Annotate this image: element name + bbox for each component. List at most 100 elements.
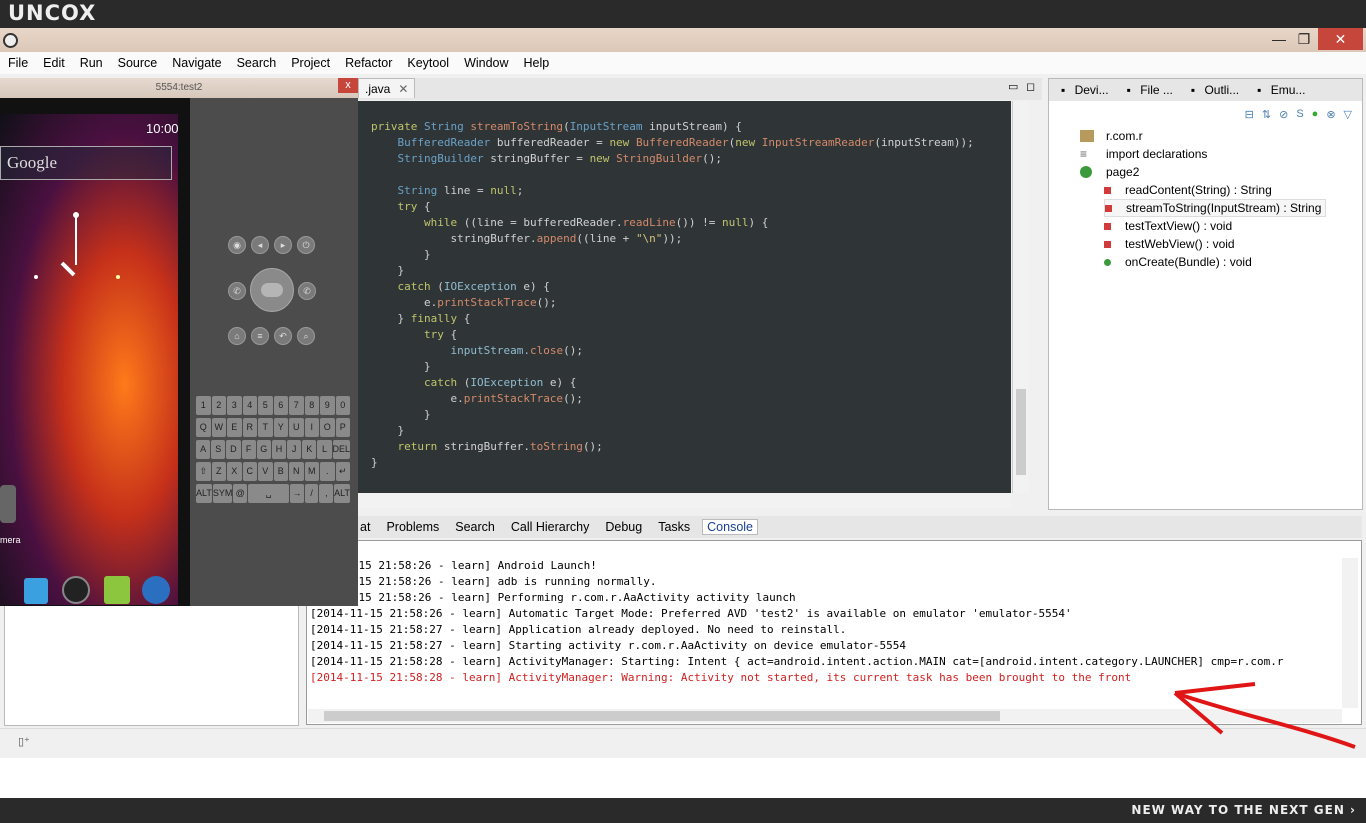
console-tab-tasks[interactable]: Tasks	[654, 520, 694, 534]
outline-method[interactable]: readContent(String) : String	[1104, 181, 1272, 199]
key[interactable]: 1	[196, 396, 211, 415]
key[interactable]: ␣	[248, 484, 290, 503]
menu-item-source[interactable]: Source	[118, 56, 158, 70]
key[interactable]: →	[290, 484, 304, 503]
console-tab-console[interactable]: Console	[702, 519, 759, 535]
new-fastview-icon[interactable]: ▯⁺	[18, 735, 30, 748]
camera-icon[interactable]	[0, 485, 16, 523]
key[interactable]: W	[211, 418, 226, 437]
key[interactable]: U	[289, 418, 304, 437]
hide-local-types-icon[interactable]: ⊗	[1326, 108, 1335, 121]
key[interactable]: .	[320, 462, 335, 481]
key[interactable]: 2	[211, 396, 226, 415]
console-tab-problems[interactable]: Problems	[382, 520, 443, 534]
collapse-all-icon[interactable]: ⊟	[1245, 108, 1254, 121]
menu-icon[interactable]: ≡	[251, 327, 269, 345]
key[interactable]: T	[258, 418, 273, 437]
menu-item-project[interactable]: Project	[291, 56, 330, 70]
key[interactable]: C	[242, 462, 257, 481]
hide-fields-icon[interactable]: ⊘	[1279, 108, 1288, 121]
key[interactable]: 8	[304, 396, 319, 415]
menu-item-help[interactable]: Help	[524, 56, 550, 70]
key[interactable]: J	[287, 440, 302, 459]
end-call-icon[interactable]: ✆	[298, 282, 316, 300]
menu-item-file[interactable]: File	[8, 56, 28, 70]
key[interactable]: ⇧	[196, 462, 211, 481]
hide-static-icon[interactable]: S	[1296, 108, 1303, 120]
key[interactable]: 6	[273, 396, 288, 415]
key[interactable]: N	[289, 462, 304, 481]
key[interactable]: 3	[227, 396, 242, 415]
outline-method[interactable]: testWebView() : void	[1104, 235, 1235, 253]
key[interactable]: Z	[211, 462, 226, 481]
outline-method[interactable]: onCreate(Bundle) : void	[1104, 253, 1252, 271]
menu-item-refactor[interactable]: Refactor	[345, 56, 392, 70]
camera-button-icon[interactable]: ◉	[228, 236, 246, 254]
key[interactable]: ,	[319, 484, 334, 503]
key[interactable]: X	[227, 462, 242, 481]
code-editor[interactable]: private String streamToString(InputStrea…	[357, 101, 1011, 493]
contacts-icon[interactable]	[24, 578, 48, 604]
view-menu-icon[interactable]: ▽	[1344, 108, 1352, 121]
maximize-view-icon[interactable]: ◻	[1026, 80, 1035, 93]
browser-icon[interactable]	[142, 576, 170, 604]
outline-method[interactable]: testTextView() : void	[1104, 217, 1232, 235]
menu-item-edit[interactable]: Edit	[43, 56, 65, 70]
scroll-thumb[interactable]	[324, 711, 1000, 721]
menu-item-search[interactable]: Search	[237, 56, 277, 70]
volume-up-icon[interactable]: ▸	[274, 236, 292, 254]
outline-method[interactable]: streamToString(InputStream) : String	[1104, 199, 1327, 217]
key[interactable]: /	[304, 484, 319, 503]
key[interactable]: 7	[289, 396, 304, 415]
call-icon[interactable]: ✆	[228, 282, 246, 300]
key[interactable]: ALT	[196, 484, 212, 503]
menu-item-run[interactable]: Run	[80, 56, 103, 70]
key[interactable]: M	[304, 462, 319, 481]
view-tab-1[interactable]: ▪ Devi...	[1055, 83, 1109, 97]
key[interactable]: A	[196, 440, 211, 459]
key[interactable]: B	[273, 462, 288, 481]
key[interactable]: 4	[242, 396, 257, 415]
sort-icon[interactable]: ⇅	[1262, 108, 1271, 121]
emulator-close-button[interactable]: x	[338, 78, 358, 93]
key[interactable]: 5	[258, 396, 273, 415]
outline-class[interactable]: page2	[1080, 163, 1139, 181]
key[interactable]: E	[227, 418, 242, 437]
key[interactable]: F	[241, 440, 256, 459]
console-tab-search[interactable]: Search	[451, 520, 499, 534]
back-icon[interactable]: ↶	[274, 327, 292, 345]
dpad[interactable]	[250, 268, 294, 312]
key[interactable]: L	[317, 440, 332, 459]
scroll-thumb[interactable]	[1016, 389, 1026, 475]
key[interactable]: Y	[273, 418, 288, 437]
hide-nonpublic-icon[interactable]: ●	[1312, 108, 1319, 120]
key[interactable]: @	[233, 484, 248, 503]
market-icon[interactable]	[104, 576, 130, 604]
minimize-button[interactable]: —	[1265, 30, 1293, 48]
editor-horizontal-scrollbar[interactable]	[357, 493, 1011, 508]
volume-down-icon[interactable]: ◂	[251, 236, 269, 254]
key[interactable]: G	[256, 440, 271, 459]
key[interactable]: DEL	[332, 440, 351, 459]
key[interactable]: 0	[335, 396, 350, 415]
view-tab-4[interactable]: ▪ Emu...	[1251, 83, 1305, 97]
editor-tab[interactable]: .java ✕	[358, 78, 416, 98]
key[interactable]: O	[320, 418, 335, 437]
apps-icon[interactable]	[62, 576, 90, 604]
key[interactable]: I	[304, 418, 319, 437]
menu-item-navigate[interactable]: Navigate	[172, 56, 221, 70]
console-tab-call-hierarchy[interactable]: Call Hierarchy	[507, 520, 594, 534]
console-output[interactable]: -11-15 21:58:26 - learn] Android Launch!…	[310, 558, 1284, 686]
outline-package[interactable]: r.com.r	[1080, 127, 1143, 145]
power-icon[interactable]: ⏻	[297, 236, 315, 254]
key[interactable]: P	[335, 418, 350, 437]
dpad-center-button[interactable]	[261, 283, 283, 297]
key[interactable]: ALT	[334, 484, 351, 503]
menu-item-keytool[interactable]: Keytool	[407, 56, 449, 70]
editor-vertical-scrollbar[interactable]	[1012, 101, 1029, 493]
key[interactable]: R	[242, 418, 257, 437]
google-search-bar[interactable]: Google	[0, 146, 172, 180]
key[interactable]: Q	[196, 418, 211, 437]
outline-imports[interactable]: ≡ import declarations	[1080, 145, 1207, 163]
key[interactable]: D	[226, 440, 241, 459]
